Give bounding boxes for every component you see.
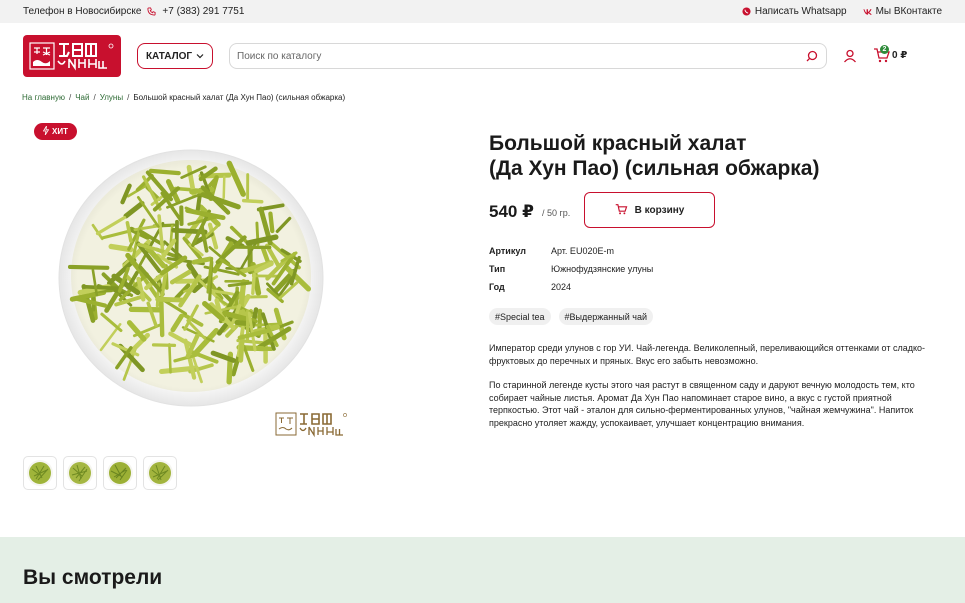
product-specs: Артикул Арт. EU020E-m Тип Южнофудзянские… (489, 246, 653, 300)
product-tags: #Special tea #Выдержанный чай (489, 308, 653, 325)
hit-badge: ХИТ (34, 123, 77, 140)
catalog-button[interactable]: КАТАЛОГ (137, 43, 213, 69)
tea-leaf (155, 296, 186, 303)
whatsapp-label: Написать Whatsapp (754, 6, 847, 17)
breadcrumb-current: Большой красный халат (Да Хун Пао) (силь… (133, 93, 346, 102)
tea-leaf (151, 343, 177, 347)
tea-leaf (222, 175, 226, 200)
top-bar: Телефон в Новосибирске +7 (383) 291 7751… (0, 0, 965, 23)
tea-leaf (241, 198, 264, 204)
cart-count-badge: 2 (880, 45, 889, 54)
vk-label: Мы ВКонтакте (875, 6, 942, 17)
tea-leaf (268, 211, 275, 234)
recently-viewed-section: Вы смотрели (0, 537, 965, 603)
tag-special-tea[interactable]: #Special tea (489, 308, 551, 325)
product-unit: / 50 гр. (542, 208, 571, 218)
thumbnail-4[interactable] (143, 456, 177, 490)
user-icon[interactable] (842, 48, 858, 64)
search-bar (229, 43, 827, 69)
site-header: КАТАЛОГ 2 0 ₽ (0, 23, 965, 88)
cart-icon (615, 203, 628, 218)
chevron-down-icon (196, 51, 204, 62)
breadcrumb-separator: / (68, 93, 72, 102)
description-paragraph: Император среди улунов с гор УИ. Чай-лег… (489, 343, 926, 366)
catalog-label: КАТАЛОГ (145, 50, 193, 62)
phone-block: Телефон в Новосибирске +7 (383) 291 7751 (23, 6, 244, 17)
hit-badge-label: ХИТ (52, 127, 68, 136)
tea-leaf (81, 284, 119, 291)
recently-viewed-title: Вы смотрели (23, 566, 163, 589)
search-input[interactable] (237, 50, 802, 62)
tea-leaf (238, 334, 245, 363)
breadcrumb-tea[interactable]: Чай (75, 93, 89, 102)
breadcrumb-separator: / (127, 93, 130, 102)
spec-key: Год (489, 282, 505, 292)
tea-leaf (168, 343, 172, 374)
spec-value: Арт. EU020E-m (551, 246, 614, 256)
vk-icon (863, 7, 872, 16)
whatsapp-link[interactable]: Написать Whatsapp (742, 6, 847, 17)
whatsapp-icon (742, 7, 751, 16)
spec-key: Артикул (489, 246, 526, 256)
phone-label: Телефон в Новосибирске (23, 6, 142, 17)
watermark-logo (275, 410, 349, 445)
product-title-line1: Большой красный халат (489, 132, 747, 155)
thumbnail-1[interactable] (23, 456, 57, 490)
tea-leaf (67, 264, 110, 270)
search-icon[interactable] (802, 46, 822, 66)
phone-link[interactable]: +7 (383) 291 7751 (162, 6, 244, 17)
spec-row: Тип Южнофудзянские улуны (489, 264, 653, 282)
add-to-cart-button[interactable]: В корзину (584, 192, 715, 228)
tag-aged-tea[interactable]: #Выдержанный чай (558, 308, 653, 325)
thumbnail-3[interactable] (103, 456, 137, 490)
tea-leaf (238, 279, 247, 312)
thumbnail-2[interactable] (63, 456, 97, 490)
breadcrumb-home[interactable]: На главную (22, 93, 65, 102)
product-image[interactable] (58, 148, 324, 408)
tea-leaf (251, 272, 256, 296)
product-title-line2: (Да Хун Пао) (сильная обжарка) (489, 157, 820, 180)
spec-value: Южнофудзянские улуны (551, 264, 654, 274)
breadcrumb-separator: / (93, 93, 96, 102)
cart-total[interactable]: 0 ₽ (892, 50, 907, 61)
phone-icon (147, 7, 156, 16)
thumbnail-strip (23, 456, 177, 490)
vk-link[interactable]: Мы ВКонтакте (863, 6, 942, 17)
tea-leaf (191, 256, 213, 265)
site-logo[interactable] (23, 35, 121, 77)
add-to-cart-label: В корзину (634, 204, 685, 216)
product-price: 540 ₽ (489, 202, 534, 221)
tea-leaf (174, 219, 179, 259)
breadcrumb: На главную / Чай / Улуны / Большой красн… (22, 93, 345, 102)
description-paragraph: По старинной легенде кусты этого чая рас… (489, 380, 915, 428)
tea-leaf (148, 168, 181, 176)
lightning-icon (42, 125, 50, 137)
product-description: Император среди улунов с гор УИ. Чай-лег… (489, 342, 944, 441)
spec-row: Артикул Арт. EU020E-m (489, 246, 653, 264)
product-title: Большой красный халат (Да Хун Пао) (силь… (489, 131, 929, 181)
breadcrumb-oolong[interactable]: Улуны (100, 93, 123, 102)
spec-row: Год 2024 (489, 282, 653, 300)
spec-key: Тип (489, 264, 506, 274)
spec-value: 2024 (551, 282, 572, 292)
